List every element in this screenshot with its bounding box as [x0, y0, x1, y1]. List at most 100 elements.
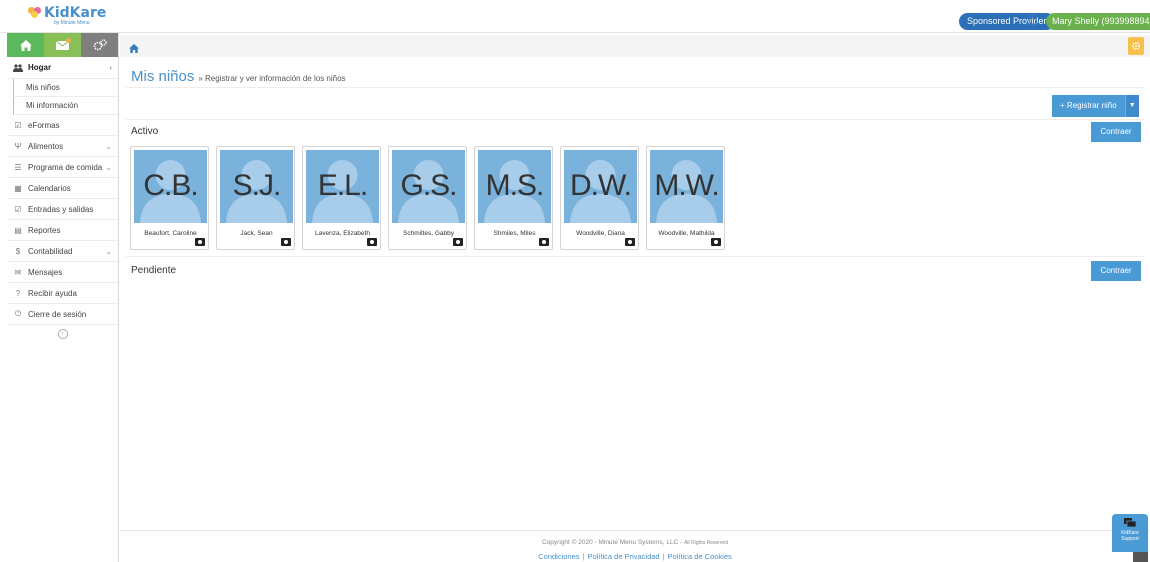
chevron-down-icon: ⌄ — [105, 246, 112, 256]
terms-link[interactable]: Condiciones — [538, 552, 579, 561]
sidebar-item-contabilidad[interactable]: $ Contabilidad ⌄ — [7, 241, 118, 262]
sponsored-provider-badge[interactable]: Sponsored Provider — [959, 13, 1055, 30]
camera-icon[interactable] — [195, 238, 205, 246]
checkbox-icon: ☑ — [14, 120, 22, 130]
child-card[interactable]: D.W. Woodville, Diana — [560, 146, 639, 250]
sidebar-item-hogar[interactable]: Hogar › — [7, 57, 118, 79]
top-bar: KidKare by Minute Menu Sponsored Provide… — [0, 0, 1150, 33]
sidebar-item-mensajes[interactable]: ✉ Mensajes — [7, 262, 118, 283]
camera-icon[interactable] — [539, 238, 549, 246]
checkbox-icon: ☑ — [14, 204, 22, 214]
camera-icon[interactable] — [367, 238, 377, 246]
camera-icon[interactable] — [453, 238, 463, 246]
sidebar-item-label: Calendarios — [28, 183, 71, 193]
child-card[interactable]: M.W. Woodville, Mathilda — [646, 146, 725, 250]
tab-settings[interactable] — [81, 33, 118, 57]
register-child-button[interactable]: + Registrar niño — [1052, 95, 1125, 117]
sidebar-item-recibir-ayuda[interactable]: ? Recibir ayuda — [7, 283, 118, 304]
divider — [126, 87, 1144, 88]
child-avatar: D.W. — [564, 150, 637, 223]
envelope-icon: ✉ — [14, 267, 22, 277]
sidebar-item-alimentos[interactable]: Ψ Alimentos ⌄ — [7, 136, 118, 157]
collapse-active-button[interactable]: Contraer — [1091, 122, 1141, 142]
child-name: Beaufort, Caroline — [144, 230, 197, 237]
sidebar-item-label: Mensajes — [28, 267, 63, 277]
collapse-pending-button[interactable]: Contraer — [1091, 261, 1141, 281]
sidebar-item-programa-de-comida[interactable]: ☰ Programa de comida ⌄ — [7, 157, 118, 178]
child-card[interactable]: C.B. Beaufort, Caroline — [130, 146, 209, 250]
footer-links: Condiciones | Política de Privacidad | Polít… — [120, 552, 1150, 561]
utensils-icon: Ψ — [14, 141, 22, 151]
sidebar-item-label: eFormas — [28, 120, 60, 130]
sidebar-item-entradas-y-salidas[interactable]: ☑ Entradas y salidas — [7, 199, 118, 220]
notification-dot — [66, 38, 71, 43]
sidebar-item-calendarios[interactable]: ▦ Calendarios — [7, 178, 118, 199]
register-child-button-group: + Registrar niño ▼ — [1052, 95, 1139, 117]
gears-icon — [93, 39, 107, 51]
chevron-down-icon: ⌄ — [105, 162, 112, 172]
logo-text: KidKare — [44, 5, 107, 21]
child-initials: M.S. — [485, 169, 545, 202]
privacy-policy-link[interactable]: Política de Privacidad — [587, 552, 659, 561]
child-name: Lavenza, Elizabeth — [315, 230, 370, 237]
breadcrumb-bar — [120, 35, 1150, 57]
chevron-left-icon: ‹ — [57, 329, 68, 339]
cookie-policy-link[interactable]: Política de Cookies — [668, 552, 732, 561]
child-initials: S.J. — [232, 169, 282, 202]
child-card[interactable]: E.L. Lavenza, Elizabeth — [302, 146, 381, 250]
children-card-list: C.B. Beaufort, Caroline S.J. Jack, Sean E.L.… — [130, 146, 725, 250]
child-card[interactable]: S.J. Jack, Sean — [216, 146, 295, 250]
chevron-right-icon: › — [109, 63, 112, 72]
register-dropdown-caret-icon[interactable]: ▼ — [1124, 95, 1139, 117]
child-name: Jack, Sean — [240, 230, 273, 237]
child-avatar: M.W. — [650, 150, 723, 223]
child-initials: D.W. — [570, 169, 632, 202]
home-icon — [19, 39, 32, 51]
tab-messages[interactable] — [44, 33, 81, 57]
calendar-icon: ▦ — [14, 183, 22, 193]
camera-icon[interactable] — [625, 238, 635, 246]
sidebar-item-label: Programa de comida — [28, 162, 103, 172]
kidkare-support-button[interactable]: KidKare Support — [1112, 514, 1148, 552]
copyright-text: Copyright © 2020 - Minute Menu Systems, … — [120, 539, 1150, 546]
dollar-icon: $ — [15, 246, 21, 256]
user-menu-button[interactable]: Mary Shelly (993998894) ⌄ — [1046, 13, 1150, 30]
user-name: Mary Shelly (993998894) — [1052, 16, 1150, 26]
sidebar-item-label: Reportes — [28, 225, 61, 235]
scroll-to-top-button[interactable] — [1133, 552, 1148, 562]
sidebar-subitem-mis-ninos[interactable]: Mis niños — [13, 79, 118, 97]
people-icon — [13, 63, 23, 73]
sidebar-tabs — [7, 33, 118, 57]
page-title: Mis niños» Registrar y ver información d… — [131, 68, 346, 85]
child-avatar: G.S. — [392, 150, 465, 223]
sidebar-item-cierre-de-sesion[interactable]: ⏻ Cierre de sesión — [7, 304, 118, 325]
tab-home[interactable] — [7, 33, 44, 57]
breadcrumb-home-icon[interactable] — [129, 40, 139, 58]
child-initials: G.S. — [400, 169, 457, 202]
sidebar-item-reportes[interactable]: ▤ Reportes — [7, 220, 118, 241]
child-name: Woodville, Diana — [576, 230, 625, 237]
child-initials: C.B. — [143, 169, 198, 202]
sidebar-item-eformas[interactable]: ☑ eFormas — [7, 115, 118, 136]
kidkare-logo[interactable]: KidKare by Minute Menu — [28, 6, 106, 30]
sidebar-item-label: Contabilidad — [28, 246, 73, 256]
footer: Copyright © 2020 - Minute Menu Systems, … — [120, 530, 1150, 562]
help-icon: ? — [15, 288, 21, 298]
divider — [126, 119, 1144, 120]
separator: | — [662, 552, 665, 561]
collapse-sidebar-button[interactable]: ‹ — [7, 325, 118, 339]
child-card[interactable]: G.S. Schmiltes, Gabby — [388, 146, 467, 250]
section-active-label: Activo — [131, 126, 159, 137]
camera-icon[interactable] — [711, 238, 721, 246]
settings-gear-icon[interactable] — [1128, 37, 1144, 55]
sidebar-subitem-mi-informacion[interactable]: Mi información — [13, 97, 118, 115]
menu-icon: ☰ — [14, 162, 22, 172]
separator: | — [582, 552, 585, 561]
bell-icon[interactable] — [1027, 13, 1039, 27]
child-card[interactable]: M.S. Shmiles, Miles — [474, 146, 553, 250]
child-name: Schmiltes, Gabby — [403, 230, 454, 237]
camera-icon[interactable] — [281, 238, 291, 246]
child-avatar: C.B. — [134, 150, 207, 223]
child-avatar: S.J. — [220, 150, 293, 223]
sidebar-item-label: Entradas y salidas — [28, 204, 94, 214]
